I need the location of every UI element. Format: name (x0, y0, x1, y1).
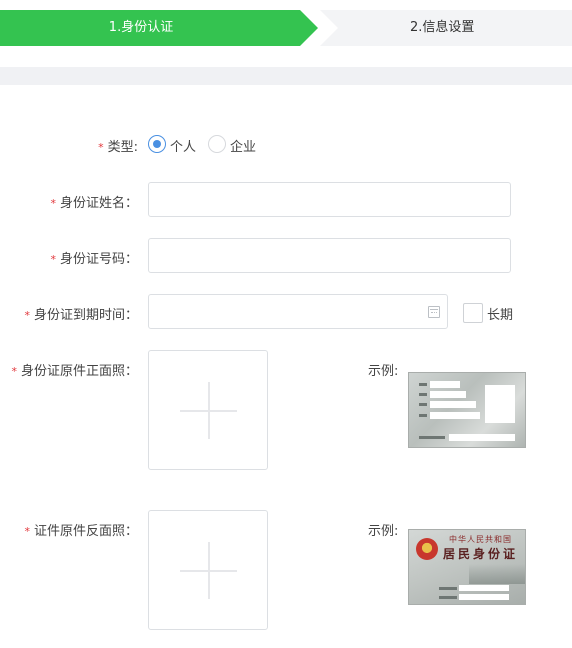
radio-enterprise-label[interactable]: 企业 (230, 136, 256, 155)
radio-personal-label[interactable]: 个人 (170, 136, 196, 155)
id-front-upload[interactable] (148, 350, 268, 470)
long-term-label[interactable]: 长期 (487, 304, 513, 323)
id-name-label: * 身份证姓名： (50, 192, 138, 211)
id-front-sample-image (408, 372, 526, 448)
id-front-example-label: 示例: (368, 364, 399, 379)
long-term-checkbox[interactable] (463, 303, 483, 323)
calendar-icon[interactable] (428, 306, 440, 318)
card-back-title-line1: 中华人民共和国 (449, 535, 512, 544)
id-front-label: * 身份证原件正面照： (11, 360, 138, 379)
step-info-settings: 2.信息设置 (300, 10, 572, 46)
card-field-label (419, 393, 427, 396)
card-field-label (419, 414, 427, 417)
step-2-label: 2.信息设置 (410, 20, 475, 35)
id-expiry-date-input[interactable] (148, 294, 448, 329)
type-label: * 类型: (98, 136, 138, 155)
card-number-mask (449, 434, 515, 441)
card-field-label (439, 587, 457, 590)
required-mark: * (98, 141, 104, 154)
card-field-mask (430, 381, 460, 388)
radio-personal[interactable] (148, 135, 166, 153)
card-field-mask (459, 585, 509, 591)
card-field-mask (459, 594, 509, 600)
id-name-input[interactable] (148, 182, 511, 217)
id-back-sample-image: 中华人民共和国 居民身份证 (408, 529, 526, 605)
required-mark: * (24, 309, 30, 322)
radio-enterprise[interactable] (208, 135, 226, 153)
plus-icon-vertical (208, 542, 210, 599)
card-field-mask (430, 391, 466, 398)
card-number-label (419, 436, 445, 439)
progress-stepper: 2.信息设置 1.身份认证 (0, 10, 572, 46)
card-field-label (419, 383, 427, 386)
card-background-art (469, 564, 525, 584)
step-1-label: 1.身份认证 (108, 20, 174, 35)
required-mark: * (50, 197, 56, 210)
card-back-title-line2: 居民身份证 (443, 547, 519, 561)
id-back-example-label: 示例: (368, 524, 399, 539)
plus-icon-vertical (208, 382, 210, 439)
card-field-mask (430, 412, 480, 419)
type-label-text: 类型: (107, 140, 138, 155)
required-mark: * (11, 365, 17, 378)
id-front-label-text: 身份证原件正面照： (20, 364, 138, 379)
id-number-label: * 身份证号码： (50, 248, 138, 267)
step-identity-verification: 1.身份认证 (0, 10, 318, 46)
id-back-label-text: 证件原件反面照： (33, 524, 138, 539)
required-mark: * (50, 253, 56, 266)
id-number-input[interactable] (148, 238, 511, 273)
id-expiry-label-text: 身份证到期时间： (33, 308, 138, 323)
card-photo-mask (485, 385, 515, 423)
card-field-mask (430, 401, 476, 408)
id-back-label: * 证件原件反面照： (24, 520, 138, 539)
national-emblem-icon (416, 538, 438, 560)
id-number-label-text: 身份证号码： (59, 252, 138, 267)
id-back-upload[interactable] (148, 510, 268, 630)
card-field-label (419, 403, 427, 406)
card-field-label (439, 596, 457, 599)
id-name-label-text: 身份证姓名： (59, 196, 138, 211)
section-divider (0, 67, 572, 85)
required-mark: * (24, 525, 30, 538)
id-expiry-label: * 身份证到期时间： (24, 304, 138, 323)
